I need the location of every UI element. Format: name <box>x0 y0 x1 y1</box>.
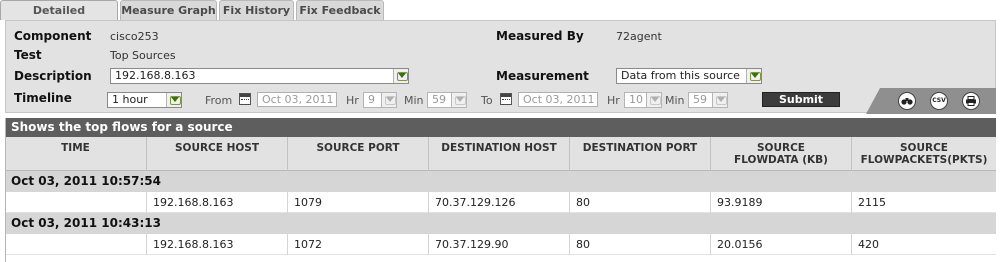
chevron-down-icon[interactable] <box>393 69 408 83</box>
table-header: TIME SOURCE HOST SOURCE PORT DESTINATION… <box>5 137 996 171</box>
calendar-icon[interactable] <box>500 93 512 105</box>
to-date-input[interactable]: Oct 03, 2011 <box>518 92 598 107</box>
to-min-select[interactable]: 59 <box>688 92 728 108</box>
column-header-time: TIME <box>5 137 147 171</box>
column-header-destination-host: DESTINATION HOST <box>429 137 570 171</box>
to-hr-select[interactable]: 10 <box>624 92 662 108</box>
chevron-down-icon[interactable] <box>712 93 727 107</box>
cell-source-port: 1072 <box>288 234 429 255</box>
cell-source-host: 192.168.8.163 <box>147 234 288 255</box>
test-value: Top Sources <box>110 49 176 62</box>
measurement-select[interactable]: Data from this source <box>616 68 762 84</box>
binoculars-icon[interactable] <box>898 92 916 110</box>
to-label: To <box>481 94 493 107</box>
cell-time <box>5 192 147 213</box>
chevron-down-icon[interactable] <box>381 93 396 107</box>
to-min-value: 59 <box>693 93 707 106</box>
tab-bar: Detailed Diagnosis Measure Graph Fix His… <box>0 0 1004 36</box>
timeline-label: Timeline <box>14 91 72 105</box>
component-value: cisco253 <box>110 30 159 43</box>
group-row-time: Oct 03, 2011 10:57:54 <box>5 171 996 192</box>
calendar-icon[interactable] <box>239 93 251 105</box>
tab-fix-history[interactable]: Fix History <box>219 0 294 20</box>
printer-icon[interactable] <box>962 92 980 110</box>
component-label: Component <box>14 29 92 43</box>
measured-by-value: 72agent <box>616 30 662 43</box>
cell-source-flowdata: 20.0156 <box>711 234 852 255</box>
column-header-destination-port: DESTINATION PORT <box>570 137 711 171</box>
measured-by-label: Measured By <box>496 29 584 43</box>
chevron-down-icon[interactable] <box>451 93 466 107</box>
cell-source-flowdata: 93.9189 <box>711 192 852 213</box>
table-frame <box>5 118 6 262</box>
measurement-select-value: Data from this source <box>621 69 740 82</box>
tab-measure-graph[interactable]: Measure Graph <box>120 0 217 20</box>
test-label: Test <box>14 48 42 62</box>
from-min-label: Min <box>404 94 424 107</box>
cell-source-flowpackets: 420 <box>858 238 879 251</box>
cell-destination-port: 80 <box>570 234 711 255</box>
from-min-select[interactable]: 59 <box>427 92 467 108</box>
from-date-input[interactable]: Oct 03, 2011 <box>257 92 337 107</box>
chevron-down-icon[interactable] <box>166 93 181 107</box>
column-header-source-host: SOURCE HOST <box>147 137 288 171</box>
cell-source-port: 1079 <box>288 192 429 213</box>
measurement-label: Measurement <box>496 69 589 83</box>
to-hr-value: 10 <box>629 93 643 106</box>
from-hr-label: Hr <box>346 94 359 107</box>
cell-destination-host: 70.37.129.90 <box>429 234 570 255</box>
cell-source-flowpackets: 2115 <box>858 196 886 209</box>
cell-destination-port: 80 <box>570 192 711 213</box>
table-row: 192.168.8.163 1079 70.37.129.126 80 93.9… <box>5 192 996 213</box>
timeline-select-value: 1 hour <box>112 93 148 106</box>
timeline-select[interactable]: 1 hour <box>107 92 182 108</box>
tab-detailed-diagnosis[interactable]: Detailed Diagnosis <box>0 0 118 36</box>
column-header-source-flowpackets: SOURCE FLOWPACKETS(PKTS) <box>860 142 988 166</box>
cell-source-host: 192.168.8.163 <box>147 192 288 213</box>
to-min-label: Min <box>665 94 685 107</box>
column-header-source-flowdata: SOURCE FLOWDATA (KB) <box>711 137 852 171</box>
from-hr-select[interactable]: 9 <box>363 92 397 108</box>
export-toolbar: CSV <box>866 88 996 114</box>
chevron-down-icon[interactable] <box>646 93 661 107</box>
csv-export-icon[interactable]: CSV <box>930 92 948 110</box>
description-select-value: 192.168.8.163 <box>115 69 196 82</box>
from-hr-value: 9 <box>368 93 375 106</box>
description-select[interactable]: 192.168.8.163 <box>110 68 409 84</box>
cell-destination-host: 70.37.129.126 <box>429 192 570 213</box>
description-label: Description <box>14 69 92 83</box>
tab-fix-feedback[interactable]: Fix Feedback <box>296 0 384 20</box>
to-hr-label: Hr <box>607 94 620 107</box>
submit-button[interactable]: Submit <box>762 92 840 107</box>
chevron-down-icon[interactable] <box>746 69 761 83</box>
cell-time <box>5 234 147 255</box>
from-label: From <box>205 94 233 107</box>
table-title: Shows the top flows for a source <box>5 118 996 137</box>
table-row: 192.168.8.163 1072 70.37.129.90 80 20.01… <box>5 234 996 255</box>
column-header-source-port: SOURCE PORT <box>288 137 429 171</box>
group-row-time: Oct 03, 2011 10:43:13 <box>5 213 996 234</box>
from-min-value: 59 <box>432 93 446 106</box>
